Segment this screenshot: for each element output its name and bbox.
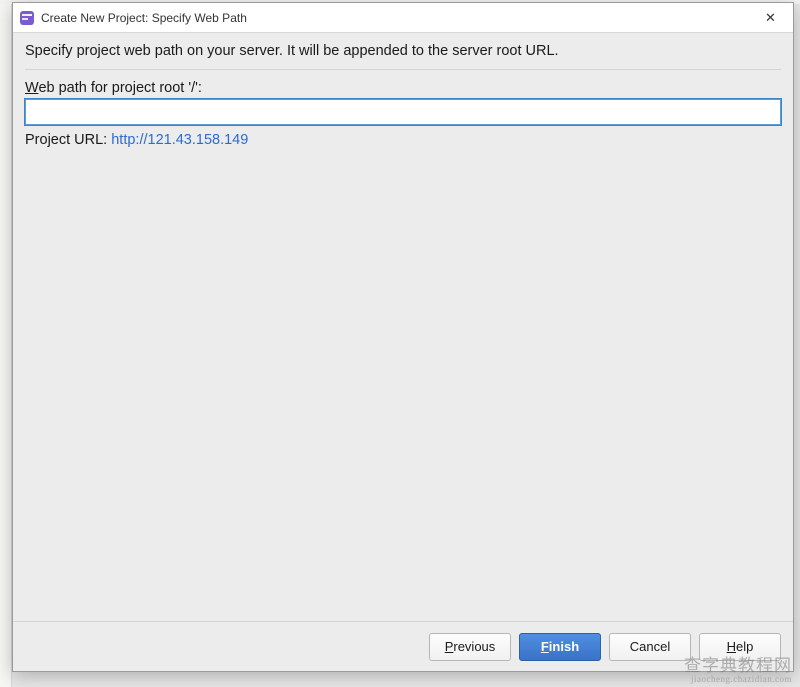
- web-path-label: Web path for project root '/':: [25, 80, 781, 96]
- close-button[interactable]: ✕: [748, 3, 793, 33]
- divider: [25, 69, 781, 70]
- mnemonic-underline: F: [541, 639, 549, 654]
- titlebar[interactable]: Create New Project: Specify Web Path ✕: [13, 3, 793, 33]
- label-rest: eb path for project root '/':: [38, 80, 202, 96]
- dialog-window: Create New Project: Specify Web Path ✕ S…: [12, 2, 794, 672]
- background-left-strip: [0, 0, 12, 687]
- button-bar: Previous Finish Cancel Help: [13, 621, 793, 671]
- project-url-link[interactable]: http://121.43.158.149: [111, 132, 248, 148]
- button-label: Cancel: [630, 639, 670, 654]
- finish-button[interactable]: Finish: [519, 633, 601, 661]
- previous-button[interactable]: Previous: [429, 633, 511, 661]
- mnemonic-underline: H: [727, 639, 736, 654]
- project-url-row: Project URL: http://121.43.158.149: [25, 132, 781, 148]
- instruction-text: Specify project web path on your server.…: [25, 43, 781, 59]
- window-title: Create New Project: Specify Web Path: [41, 11, 748, 25]
- help-button[interactable]: Help: [699, 633, 781, 661]
- web-path-input[interactable]: [25, 99, 781, 125]
- project-url-label: Project URL:: [25, 132, 111, 148]
- button-label-rest: revious: [453, 639, 495, 654]
- close-icon: ✕: [765, 10, 776, 26]
- button-label-rest: inish: [549, 639, 579, 654]
- dialog-content: Specify project web path on your server.…: [13, 33, 793, 621]
- app-icon: [19, 10, 35, 26]
- content-spacer: [25, 148, 781, 611]
- cancel-button[interactable]: Cancel: [609, 633, 691, 661]
- mnemonic-underline: W: [25, 80, 38, 96]
- button-label-rest: elp: [736, 639, 753, 654]
